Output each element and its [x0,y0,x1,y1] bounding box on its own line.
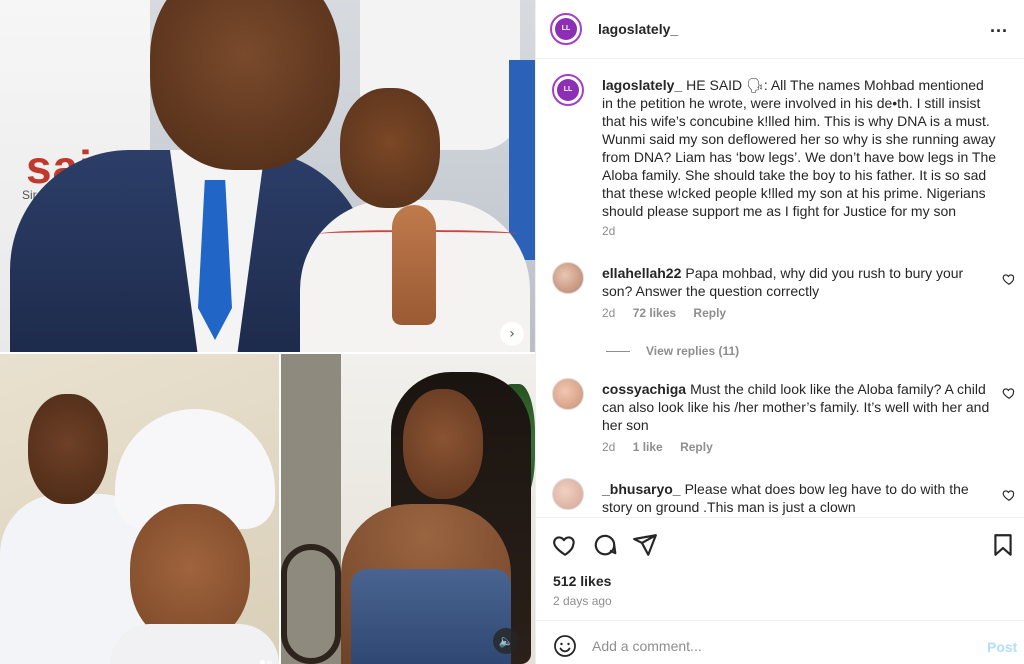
commenter-avatar[interactable] [552,262,584,294]
share-icon[interactable] [632,532,658,558]
comment-username[interactable]: ellahellah22 [602,265,681,281]
man-face [150,0,340,170]
comment-likes[interactable]: 72 likes [633,306,676,320]
emoji-icon[interactable] [553,634,577,658]
reply-button[interactable]: Reply [680,440,713,454]
username-link[interactable]: lagoslately_ [598,21,678,37]
comment-like-heart-icon[interactable] [1002,386,1016,400]
avatar-logo-text: LL [555,18,577,40]
carousel-dot [267,660,272,664]
praying-hands [392,205,436,325]
woman-face-right [403,389,483,499]
carousel-dot-active [260,660,265,664]
older-man-face [28,394,108,504]
comment-icon[interactable] [592,532,618,558]
comment-meta: 2d 72 likes Reply [602,306,740,320]
media-photo-bottom-right: 🔈 [281,354,535,664]
woman-face [130,504,250,644]
post-header: LL lagoslately_ ... [536,0,1024,59]
caption-body: HE SAID 🗣: All The names Mohbad mentione… [602,77,997,219]
avatar[interactable]: LL [550,13,582,45]
comment-text: cossyachiga Must the child look like the … [602,380,996,434]
blue-corset-dress [351,569,511,664]
view-replies-label: View replies (11) [646,344,740,358]
comment-like-heart-icon[interactable] [1002,488,1016,502]
caption-meta: 2d [602,224,629,238]
caption-text: lagoslately_ HE SAID 🗣: All The names Moh… [602,76,996,220]
more-options-icon[interactable]: ... [990,16,1008,37]
woman-outfit [110,624,279,664]
post-actions: 512 likes 2 days ago [536,517,1024,633]
handbag-strap [281,544,341,664]
second-man-face [340,88,440,208]
comment-username[interactable]: cossyachiga [602,381,686,397]
add-comment-bar: Post [536,620,1024,664]
heart-icon[interactable] [552,532,578,558]
comment-time[interactable]: 2d [602,306,615,320]
bookmark-icon[interactable] [990,532,1016,558]
reply-button[interactable]: Reply [693,306,726,320]
commenter-avatar[interactable] [552,378,584,410]
comment-time[interactable]: 2d [602,440,615,454]
avatar-logo-text: LL [557,79,579,101]
caption-avatar[interactable]: LL [552,74,584,106]
comments-list[interactable]: LL lagoslately_ HE SAID 🗣: All The names … [536,60,1024,517]
comment-username[interactable]: _bhusaryo_ [602,481,681,497]
caption-username[interactable]: lagoslately_ [602,77,682,93]
comment-likes[interactable]: 1 like [633,440,663,454]
media-photo-top: sai Sir Davy › [0,0,535,352]
comment-like-heart-icon[interactable] [1002,272,1016,286]
post-media[interactable]: sai Sir Davy › 🔈 [0,0,535,664]
background-blue-cloth [509,60,535,260]
caption-time[interactable]: 2d [602,224,615,238]
post-button[interactable]: Post [987,639,1017,655]
media-photo-bottom-left [0,354,279,664]
carousel-dots [258,652,272,664]
post-sidebar: LL lagoslately_ ... LL lagoslately_ HE SA… [535,0,1024,664]
likes-count[interactable]: 512 likes [553,573,611,589]
view-replies-button[interactable]: View replies (11) [606,344,739,358]
comment-text: _bhusaryo_ Please what does bow leg have … [602,480,996,516]
comment-input[interactable] [592,633,972,659]
comment-meta: 2d 1 like Reply [602,440,727,454]
replies-line [606,351,630,353]
comment-text: ellahellah22 Papa mohbad, why did you rus… [602,264,996,300]
carousel-next-icon[interactable]: › [500,322,524,346]
post-date[interactable]: 2 days ago [553,594,612,608]
commenter-avatar[interactable] [552,478,584,510]
sound-icon[interactable]: 🔈 [493,628,519,654]
